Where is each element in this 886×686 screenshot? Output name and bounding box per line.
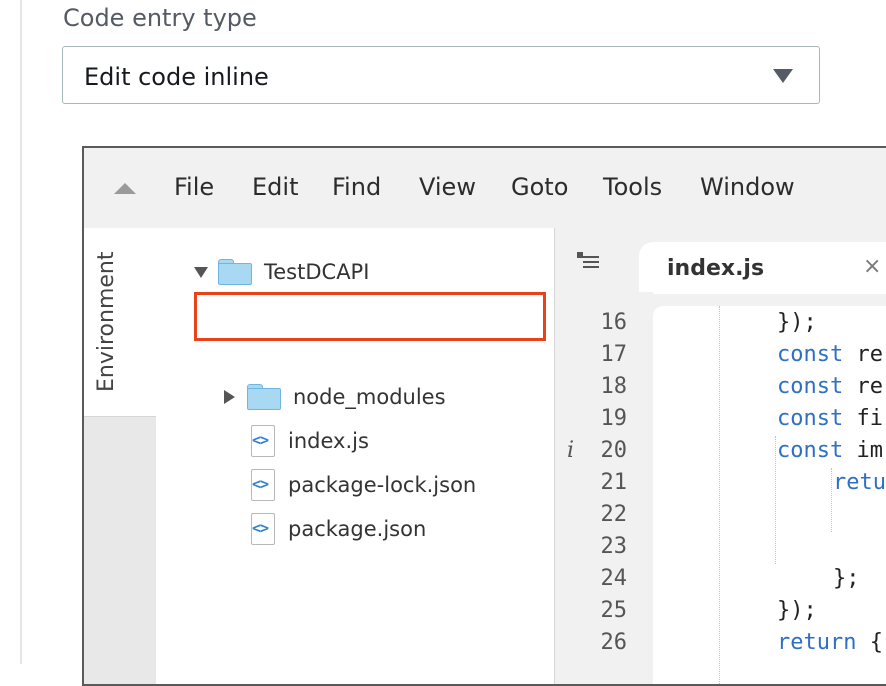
menu-tools[interactable]: Tools: [603, 173, 662, 201]
line-number: 21: [600, 470, 628, 495]
tab-title: index.js: [667, 256, 765, 281]
folder-icon: [247, 384, 281, 410]
tree-item-package-lock-json[interactable]: <> package-lock.json: [246, 469, 476, 501]
line-number: 20: [600, 438, 628, 463]
caret-down-icon[interactable]: [773, 69, 793, 83]
menu-bar: File Edit Find View Goto Tools Window: [84, 148, 886, 229]
code-file-icon: <>: [246, 425, 276, 457]
line-number: 23: [600, 534, 628, 559]
code-line: });: [777, 598, 817, 623]
expand-arrow-icon[interactable]: [194, 266, 208, 278]
menu-file[interactable]: File: [174, 173, 214, 201]
editor-tab-bar: index.js ×: [555, 228, 886, 294]
line-number: 24: [600, 566, 628, 591]
indent-guide: [775, 436, 776, 564]
environment-tab-label: Environment: [94, 251, 119, 392]
tree-item-package-json[interactable]: <> package.json: [246, 513, 426, 545]
info-icon[interactable]: i: [567, 438, 574, 463]
tab-index-js[interactable]: index.js ×: [639, 242, 886, 294]
menu-window[interactable]: Window: [700, 173, 795, 201]
menu-view[interactable]: View: [419, 173, 476, 201]
tree-item-label: package.json: [288, 517, 427, 541]
collapse-arrow-icon[interactable]: [224, 390, 235, 404]
line-number: 25: [600, 598, 628, 623]
code-line: });: [777, 310, 817, 335]
tree-item-label: package-lock.json: [288, 473, 477, 497]
select-value: Edit code inline: [84, 63, 269, 91]
line-number: 18: [600, 374, 628, 399]
code-line: const re: [777, 342, 883, 367]
page-left-border: [20, 0, 22, 664]
tree-item-label: node_modules: [293, 385, 446, 409]
code-line: retu: [833, 470, 886, 495]
indent-guide: [719, 306, 720, 684]
code-file-icon: <>: [246, 469, 276, 501]
code-line: };: [833, 566, 860, 591]
folder-icon: [218, 259, 252, 285]
code-line: const fi: [777, 406, 883, 431]
code-entry-type-select[interactable]: Edit code inline: [62, 46, 820, 104]
tab-environment[interactable]: Environment: [84, 228, 156, 417]
cloud9-editor: File Edit Find View Goto Tools Window En…: [82, 146, 886, 686]
tree-item-label: index.js: [288, 429, 369, 453]
tree-root[interactable]: TestDCAPI: [194, 256, 369, 288]
file-tree: TestDCAPI node_modules <> index.js <> pa…: [156, 228, 555, 684]
tree-item-node-modules[interactable]: node_modules: [224, 381, 446, 413]
menu-edit[interactable]: Edit: [252, 173, 298, 201]
tree-item-index-js[interactable]: <> index.js: [246, 425, 369, 457]
collapse-menu-icon[interactable]: [114, 183, 136, 194]
line-number: 26: [600, 630, 628, 655]
code-area[interactable]: }); const re const re const fi const im …: [653, 306, 886, 684]
code-line: const re: [777, 374, 883, 399]
line-number: 22: [600, 502, 628, 527]
line-number: 17: [600, 342, 628, 367]
line-number: 16: [600, 310, 628, 335]
menu-goto[interactable]: Goto: [511, 173, 568, 201]
close-icon[interactable]: ×: [863, 254, 881, 279]
highlight-annotation: [194, 292, 546, 341]
menu-find[interactable]: Find: [332, 173, 381, 201]
code-file-icon: <>: [246, 513, 276, 545]
line-gutter: 16 17 18 19 i 20 21 22 23 24 25 26: [555, 292, 653, 684]
tree-item-label: TestDCAPI: [264, 260, 370, 284]
tab-list-icon[interactable]: [577, 252, 603, 272]
side-panel-tabs: Environment: [84, 228, 157, 684]
line-number: 19: [600, 406, 628, 431]
code-line: const im: [777, 438, 883, 463]
code-line: return {: [777, 630, 883, 655]
code-editor: index.js × 16 17 18 19 i 20 21 22 23 24 …: [555, 228, 886, 684]
indent-guide: [831, 468, 832, 532]
code-entry-type-label: Code entry type: [63, 4, 257, 32]
